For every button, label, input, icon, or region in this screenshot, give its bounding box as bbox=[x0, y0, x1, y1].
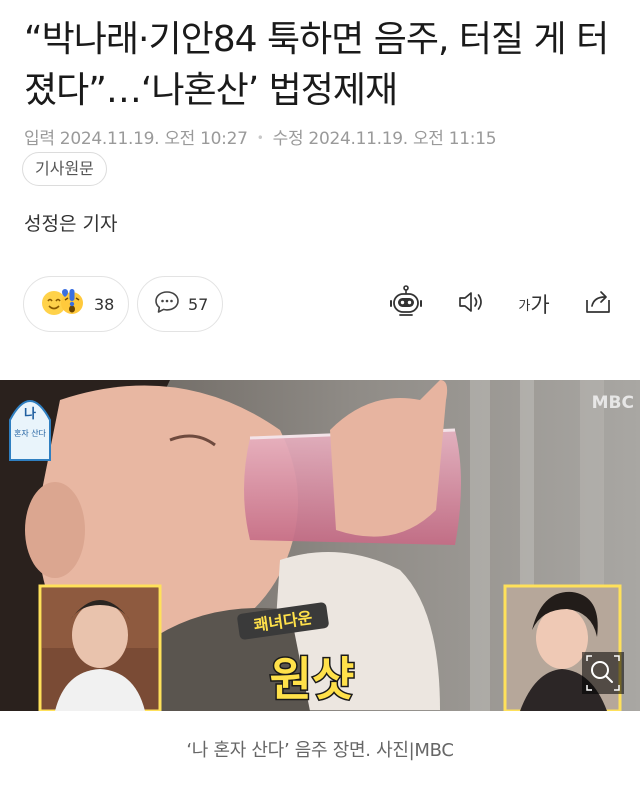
broadcast-still-image: 나 혼자 산다 MBC 쾌녀다운 원샷 bbox=[0, 380, 640, 711]
svg-text:나: 나 bbox=[24, 406, 36, 422]
edit-label: 수정 bbox=[272, 129, 304, 149]
svg-text:혼자 산다: 혼자 산다 bbox=[14, 428, 47, 438]
reaction-count: 38 bbox=[94, 294, 115, 314]
article-headline: “박나래·기안84 툭하면 음주, 터질 게 터졌다”…‘나혼산’ 법정제재 bbox=[24, 19, 609, 111]
font-size-button[interactable]: 가가 bbox=[514, 284, 554, 324]
speaker-icon bbox=[455, 287, 485, 321]
original-article-button[interactable]: 기사원문 bbox=[22, 152, 107, 186]
font-large-glyph: 가 bbox=[530, 293, 550, 317]
meta-separator: • bbox=[256, 131, 264, 145]
comment-bubble-icon bbox=[154, 289, 180, 319]
broadcaster-watermark: MBC bbox=[592, 393, 634, 413]
comment-count: 57 bbox=[188, 294, 209, 314]
photo-caption: ‘나 혼자 산다’ 음주 장면. 사진|MBC bbox=[186, 740, 454, 761]
reaction-emoji-icon bbox=[40, 287, 86, 321]
photo-zoom-button[interactable] bbox=[582, 652, 624, 694]
share-icon bbox=[583, 287, 613, 321]
show-logo: 나 혼자 산다 bbox=[9, 400, 51, 461]
audio-read-button[interactable] bbox=[450, 284, 490, 324]
input-time: 2024.11.19. 오전 10:27 bbox=[59, 129, 248, 149]
inset-left bbox=[38, 584, 162, 711]
reaction-button[interactable]: 38 bbox=[23, 276, 129, 332]
reporter-name[interactable]: 성정은 기자 bbox=[24, 209, 117, 236]
summary-bot-button[interactable] bbox=[386, 284, 426, 324]
input-label: 입력 bbox=[24, 129, 55, 149]
article-photo[interactable]: 나 혼자 산다 MBC 쾌녀다운 원샷 bbox=[0, 380, 640, 711]
comment-button[interactable]: 57 bbox=[137, 276, 223, 332]
article-dates: 입력 2024.11.19. 오전 10:27 • 수정 2024.11.19.… bbox=[24, 124, 497, 149]
edit-time: 2024.11.19. 오전 11:15 bbox=[308, 129, 497, 149]
robot-summary-icon bbox=[388, 284, 424, 324]
font-small-glyph: 가 bbox=[518, 298, 531, 314]
svg-text:원샷: 원샷 bbox=[270, 652, 355, 706]
share-button[interactable] bbox=[578, 284, 618, 324]
